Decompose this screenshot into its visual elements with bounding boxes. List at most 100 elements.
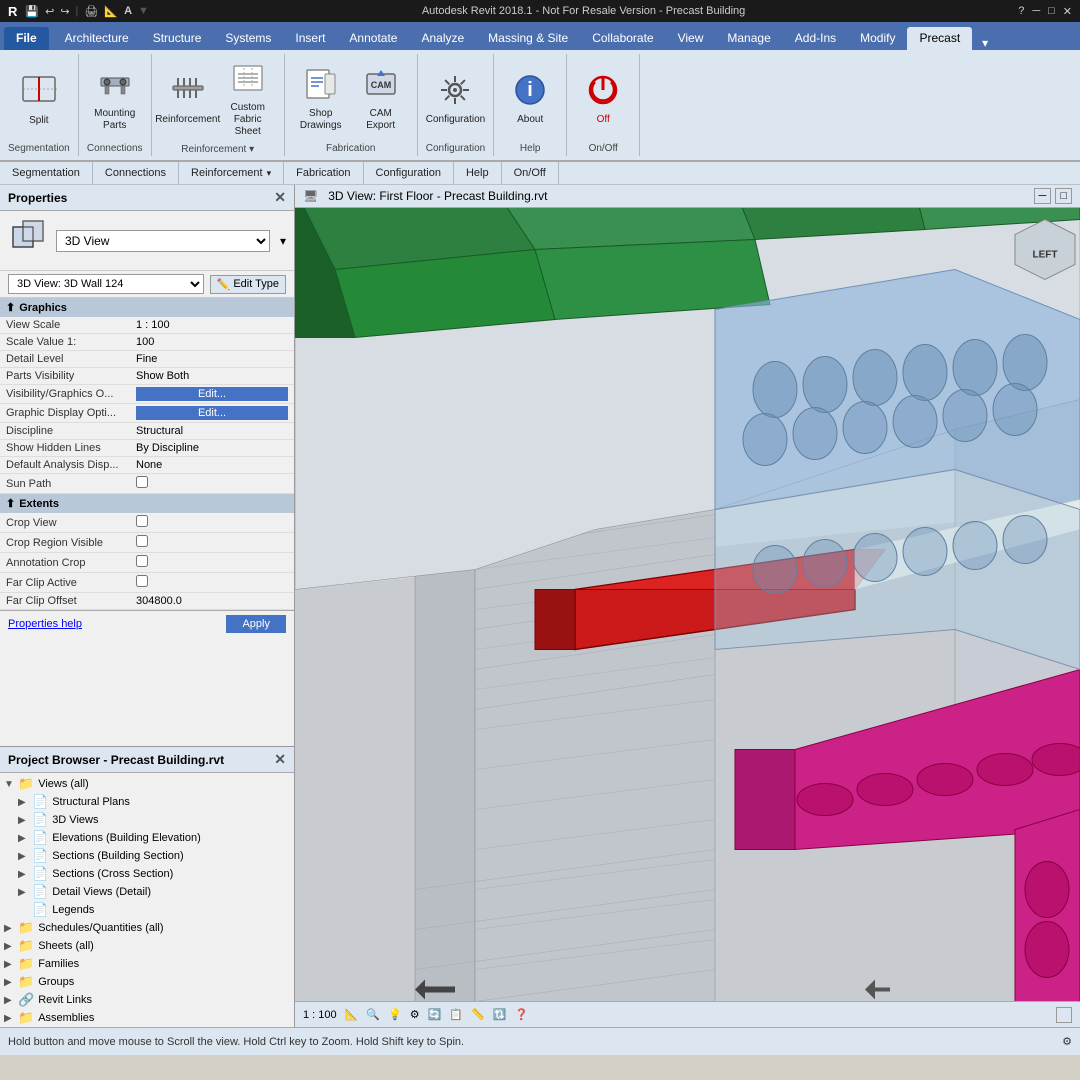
tree-revit-links[interactable]: ▶ 🔗 Revit Links — [0, 991, 294, 1009]
tab-modify[interactable]: Modify — [848, 27, 907, 50]
browser-close[interactable]: ✕ — [274, 751, 286, 768]
tab-analyze[interactable]: Analyze — [409, 27, 476, 50]
properties-help-link[interactable]: Properties help — [8, 618, 82, 630]
view-bottom-icon-6[interactable]: 📋 — [449, 1008, 463, 1021]
3d-views-icon: 📄 — [32, 812, 48, 828]
groups-label: Groups — [38, 976, 74, 988]
far-clip-offset-value: 304800.0 — [130, 593, 294, 610]
browser-tree: ▼ 📁 Views (all) ▶ 📄 Structural Plans ▶ 📄… — [0, 773, 294, 1027]
tree-structural-plans[interactable]: ▶ 📄 Structural Plans — [0, 793, 294, 811]
configuration-icon — [437, 72, 473, 112]
edit-type-button[interactable]: ✏️ Edit Type — [210, 275, 286, 294]
tree-families[interactable]: ▶ 📁 Families — [0, 955, 294, 973]
annotation-crop-checkbox[interactable] — [136, 555, 148, 567]
qat-save[interactable]: 💾 — [25, 5, 39, 18]
view-bottom-icon-5[interactable]: 🔄 — [428, 1008, 442, 1021]
tab-massing[interactable]: Massing & Site — [476, 27, 580, 50]
tree-sections-cross[interactable]: ▶ 📄 Sections (Cross Section) — [0, 865, 294, 883]
view-bottom-icon-2[interactable]: 🔍 — [366, 1008, 380, 1021]
svg-text:LEFT: LEFT — [1033, 250, 1058, 261]
configuration-group-label: Configuration — [426, 141, 485, 154]
about-button[interactable]: i About — [502, 68, 558, 130]
ribbon-group-onoff: Off On/Off — [567, 54, 640, 156]
graphic-display-edit[interactable]: Edit... — [136, 406, 288, 420]
scene[interactable]: LEFT — [295, 208, 1080, 1001]
help-icon[interactable]: ? — [1018, 5, 1024, 17]
apply-button[interactable]: Apply — [226, 615, 286, 633]
tab-collaborate[interactable]: Collaborate — [580, 27, 665, 50]
tab-manage[interactable]: Manage — [715, 27, 782, 50]
tree-assemblies[interactable]: ▶ 📁 Assemblies — [0, 1009, 294, 1027]
section-extents[interactable]: ⬆ Extents — [0, 494, 294, 514]
tab-architecture[interactable]: Architecture — [53, 27, 141, 50]
shop-drawings-button[interactable]: ShopDrawings — [293, 62, 349, 136]
split-button[interactable]: Split — [11, 67, 67, 131]
view-scale-value[interactable] — [136, 319, 288, 331]
edit-type-icon: ✏️ — [217, 278, 231, 291]
schedules-icon: 📁 — [18, 920, 34, 936]
custom-fabric-sheet-button[interactable]: CustomFabric Sheet — [220, 56, 276, 142]
view-type-dropdown[interactable]: 3D View — [56, 230, 270, 252]
crop-view-checkbox[interactable] — [136, 515, 148, 527]
off-button[interactable]: Off — [575, 68, 631, 130]
tree-3d-views[interactable]: ▶ 📄 3D Views — [0, 811, 294, 829]
about-icon: i — [512, 72, 548, 112]
section-graphics[interactable]: ⬆ Graphics — [0, 298, 294, 317]
reinforcement-dropdown[interactable]: ▾ — [249, 144, 254, 155]
view-bottom-icon-7[interactable]: 📏 — [471, 1008, 485, 1021]
minimize-btn[interactable]: ─ — [1032, 5, 1040, 17]
view-bottom-icon-8[interactable]: 🔃 — [493, 1008, 507, 1021]
ribbon-overflow[interactable]: ▾ — [976, 36, 994, 50]
tree-groups[interactable]: ▶ 📁 Groups — [0, 973, 294, 991]
view-bottom-icon-1[interactable]: 📐 — [345, 1008, 359, 1021]
view-bottom-icon-9[interactable]: ❓ — [514, 1008, 528, 1021]
tab-file[interactable]: File — [4, 27, 49, 50]
properties-close[interactable]: ✕ — [274, 189, 286, 206]
tab-annotate[interactable]: Annotate — [337, 27, 409, 50]
reinforcement-button[interactable]: Reinforcement — [160, 68, 216, 130]
sheets-label: Sheets (all) — [38, 940, 94, 952]
detail-level-value: Fine — [130, 351, 294, 368]
graphic-display-label: Graphic Display Opti... — [0, 404, 130, 423]
qat-measure[interactable]: 📐 — [104, 5, 118, 18]
crop-view-label: Crop View — [0, 513, 130, 533]
graphics-section-label: Graphics — [19, 302, 67, 314]
qat-print[interactable]: 🖨 — [84, 5, 98, 18]
tab-addins[interactable]: Add-Ins — [783, 27, 848, 50]
qat-undo[interactable]: ↩ — [45, 5, 54, 18]
minimize-view-btn[interactable]: ─ — [1034, 188, 1052, 204]
tree-detail-views[interactable]: ▶ 📄 Detail Views (Detail) — [0, 883, 294, 901]
view-name-dropdown[interactable]: 3D View: 3D Wall 124 — [8, 274, 204, 294]
view-bottom-icon-3[interactable]: 💡 — [388, 1008, 402, 1021]
maximize-btn[interactable]: □ — [1048, 5, 1055, 17]
restore-view-btn[interactable]: □ — [1055, 188, 1072, 204]
tab-precast[interactable]: Precast — [907, 27, 972, 50]
crop-region-visible-checkbox[interactable] — [136, 535, 148, 547]
prop-view-scale: View Scale — [0, 317, 294, 334]
sun-path-checkbox[interactable] — [136, 476, 148, 488]
mounting-parts-button[interactable]: MountingParts — [87, 62, 143, 136]
tab-insert[interactable]: Insert — [283, 27, 337, 50]
tab-systems[interactable]: Systems — [213, 27, 283, 50]
close-btn[interactable]: ✕ — [1063, 5, 1072, 18]
configuration-button[interactable]: Configuration — [427, 68, 483, 130]
qat-redo[interactable]: ↪ — [60, 5, 69, 18]
tree-schedules[interactable]: ▶ 📁 Schedules/Quantities (all) — [0, 919, 294, 937]
tree-views-all[interactable]: ▼ 📁 Views (all) — [0, 775, 294, 793]
tree-legends[interactable]: 📄 Legends — [0, 901, 294, 919]
revit-links-label: Revit Links — [38, 994, 92, 1006]
view-bottom-icon-4[interactable]: ⚙ — [410, 1008, 420, 1021]
tree-sheets[interactable]: ▶ 📁 Sheets (all) — [0, 937, 294, 955]
tab-view[interactable]: View — [666, 27, 716, 50]
far-clip-active-checkbox[interactable] — [136, 575, 148, 587]
cam-export-button[interactable]: CAM CAM Export — [353, 62, 409, 136]
tab-structure[interactable]: Structure — [141, 27, 214, 50]
shop-drawings-label: ShopDrawings — [300, 108, 342, 132]
qat-text[interactable]: A — [124, 5, 132, 17]
help-group-label: Help — [520, 141, 541, 154]
sections-cross-label: Sections (Cross Section) — [52, 868, 173, 880]
tree-sections-building[interactable]: ▶ 📄 Sections (Building Section) — [0, 847, 294, 865]
tree-elevations[interactable]: ▶ 📄 Elevations (Building Elevation) — [0, 829, 294, 847]
visibility-graphics-edit[interactable]: Edit... — [136, 387, 288, 401]
structural-plans-label: Structural Plans — [52, 796, 130, 808]
